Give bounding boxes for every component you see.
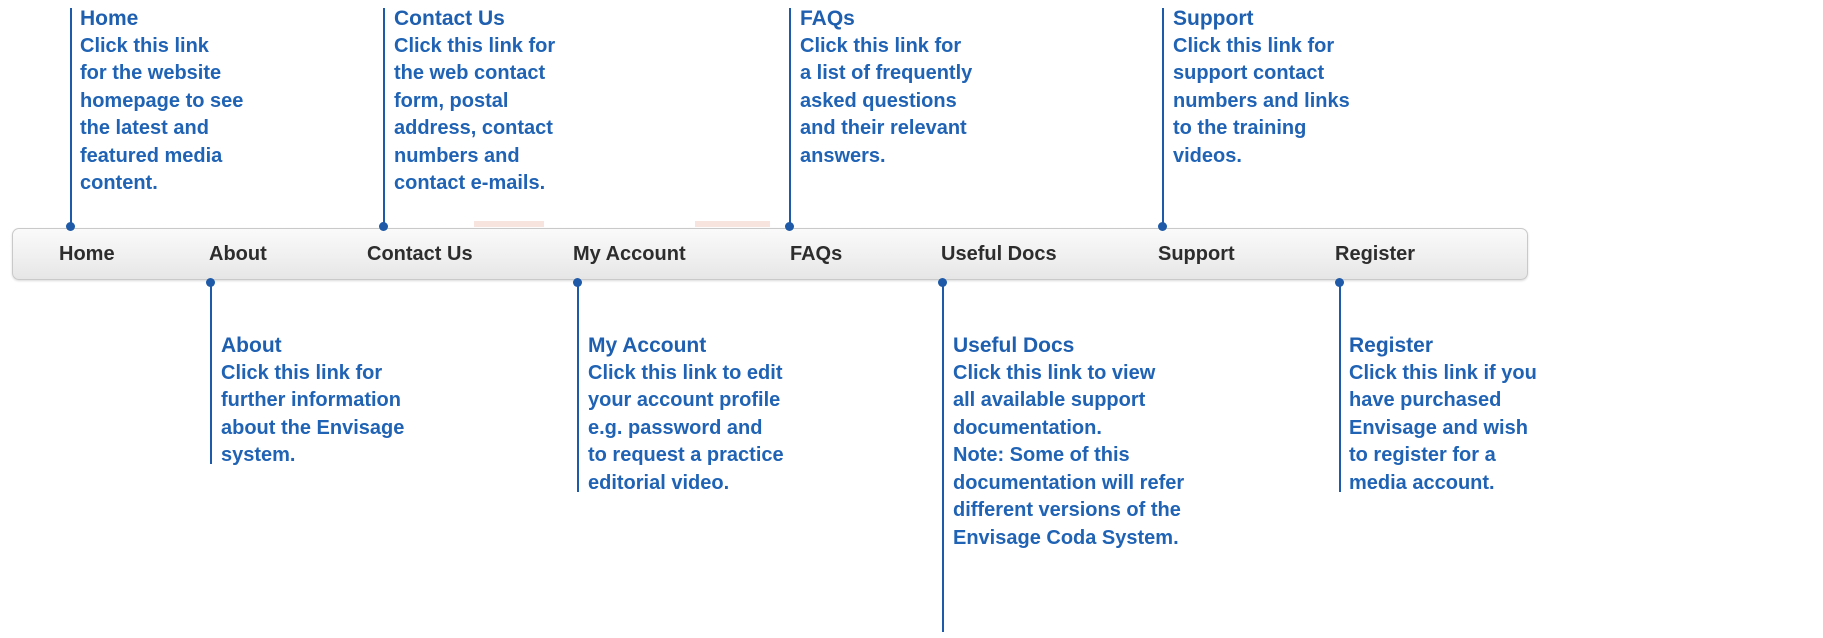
callout-title: Contact Us (394, 7, 505, 30)
callout-line: Click this link for (394, 34, 556, 57)
callout-leader-line (1162, 8, 1164, 228)
callout-title: About (221, 334, 282, 357)
callout-line: asked questions (800, 89, 957, 112)
callout-leader-line (942, 282, 944, 632)
callout-line: Click this link for (1173, 34, 1335, 57)
callout-leader-line (1339, 282, 1341, 492)
callout-line: Click this link to edit (588, 361, 783, 384)
callout-line: Click this link if you (1349, 361, 1537, 384)
callout-line: and their relevant (800, 117, 967, 139)
callout-line: the latest and (80, 117, 209, 139)
callout-line: contact e-mails. (394, 172, 546, 194)
callout-faqs: FAQs Click this link for a list of frequ… (800, 5, 972, 170)
callout-line: numbers and links (1173, 89, 1350, 112)
callout-leader-line (210, 282, 212, 464)
callout-support: Support Click this link for support cont… (1173, 5, 1350, 170)
callout-line: editorial video. (588, 471, 730, 494)
callout-useful-docs: Useful Docs Click this link to view all … (953, 332, 1184, 552)
callout-line: homepage to see (80, 89, 244, 112)
callout-line: e.g. password and (588, 416, 763, 439)
callout-line: Click this link for (221, 361, 383, 384)
callout-line: Click this link for (800, 34, 962, 57)
callout-anchor-dot (66, 222, 75, 231)
callout-title: Useful Docs (953, 334, 1075, 357)
callout-leader-line (789, 8, 791, 228)
callout-about: About Click this link for further inform… (221, 332, 404, 470)
callout-line: videos. (1173, 144, 1242, 167)
nav-item-faqs[interactable]: FAQs (788, 243, 844, 266)
callout-leader-line (70, 8, 72, 228)
callout-line: for the website (80, 62, 222, 84)
nav-item-about[interactable]: About (207, 243, 269, 266)
callout-line: documentation. (953, 416, 1102, 439)
nav-item-my-account[interactable]: My Account (571, 243, 688, 266)
callout-line: your account profile (588, 389, 781, 411)
callout-my-account: My Account Click this link to edit your … (588, 332, 784, 497)
nav-item-register[interactable]: Register (1333, 243, 1417, 266)
callout-line: to request a practice (588, 444, 784, 466)
callout-title: My Account (588, 334, 707, 357)
callout-line: further information (221, 389, 401, 411)
background-smudge (695, 221, 770, 227)
note-label: Note: (953, 444, 1005, 466)
background-smudge (474, 221, 544, 227)
callout-anchor-dot (1158, 222, 1167, 231)
nav-item-contact-us[interactable]: Contact Us (365, 243, 475, 266)
callout-line: documentation will refer (953, 471, 1185, 494)
callout-home: Home Click this link for the website hom… (80, 5, 243, 198)
navigation-bar: Home About Contact Us My Account FAQs Us… (12, 228, 1528, 280)
callout-line: content. (80, 172, 158, 194)
callout-line: to the training (1173, 117, 1307, 139)
callout-line: Envisage Coda System. (953, 526, 1179, 549)
callout-line: numbers and (394, 144, 520, 167)
callout-line: a list of frequently (800, 62, 973, 84)
callout-line: address, contact (394, 117, 553, 139)
callout-register: Register Click this link if you have pur… (1349, 332, 1537, 497)
callout-line: about the Envisage (221, 416, 405, 439)
callout-anchor-dot (785, 222, 794, 231)
callout-line: support contact (1173, 62, 1325, 84)
callout-line: the web contact (394, 62, 546, 84)
callout-line: answers. (800, 144, 886, 167)
callout-line: to register for a (1349, 444, 1496, 466)
callout-title: Home (80, 7, 139, 30)
callout-line: have purchased (1349, 389, 1502, 411)
nav-item-support[interactable]: Support (1156, 243, 1237, 266)
callout-note-line: Note: Some of this (953, 442, 1184, 470)
callout-line: featured media (80, 144, 223, 167)
callout-leader-line (577, 282, 579, 492)
callout-anchor-dot (379, 222, 388, 231)
callout-line: Click this link to view (953, 361, 1156, 384)
callout-line: media account. (1349, 471, 1495, 494)
callout-title: Register (1349, 334, 1434, 357)
callout-title: FAQs (800, 7, 855, 30)
callout-leader-line (383, 8, 385, 228)
callout-line: Click this link (80, 34, 209, 57)
callout-line: all available support (953, 389, 1146, 411)
annotated-navigation-diagram: Home About Contact Us My Account FAQs Us… (0, 0, 1823, 638)
callout-contact-us: Contact Us Click this link for the web c… (394, 5, 555, 198)
callout-line: system. (221, 444, 296, 466)
callout-title: Support (1173, 7, 1254, 30)
callout-line: Envisage and wish (1349, 416, 1528, 439)
nav-item-home[interactable]: Home (57, 243, 117, 266)
note-text: Some of this (1004, 444, 1130, 466)
callout-line: different versions of the (953, 499, 1181, 521)
callout-line: form, postal (394, 89, 509, 112)
nav-item-useful-docs[interactable]: Useful Docs (939, 243, 1059, 266)
